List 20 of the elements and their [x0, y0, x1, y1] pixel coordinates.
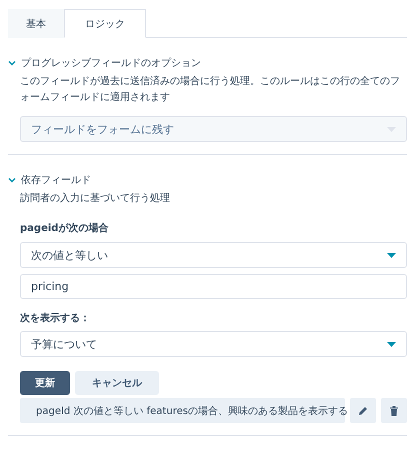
value-input[interactable]: pricing: [20, 274, 407, 299]
edit-button[interactable]: [350, 398, 376, 423]
pencil-icon: [358, 406, 368, 416]
delete-button[interactable]: [381, 398, 407, 423]
section-description: このフィールドが過去に送信済みの場合に行う処理。このルールはこの行の全てのフォームフィールドに適用されます: [20, 74, 401, 105]
section-description: 訪問者の入力に基づいて行う処理: [20, 192, 171, 206]
section-title[interactable]: 依存フィールド: [21, 173, 91, 187]
caret-icon: [387, 342, 396, 346]
section-title[interactable]: プログレッシブフィールドのオプション: [21, 56, 201, 70]
trash-icon: [390, 406, 398, 416]
field-label: pageidが次の場合: [20, 222, 110, 235]
tab[interactable]: 基本: [8, 9, 64, 38]
rule-summary: pageId 次の値と等しい featuresの場合、興味のある製品を表示する: [20, 398, 345, 423]
show-field-dropdown[interactable]: 予算について: [20, 331, 407, 357]
update-button[interactable]: 更新: [20, 371, 70, 395]
field-label: 次を表示する：: [20, 312, 91, 325]
operator-dropdown[interactable]: 次の値と等しい: [20, 242, 407, 268]
cancel-button[interactable]: キャンセル: [75, 371, 159, 395]
tab[interactable]: ロジック: [64, 9, 146, 38]
caret-icon: [387, 252, 396, 258]
